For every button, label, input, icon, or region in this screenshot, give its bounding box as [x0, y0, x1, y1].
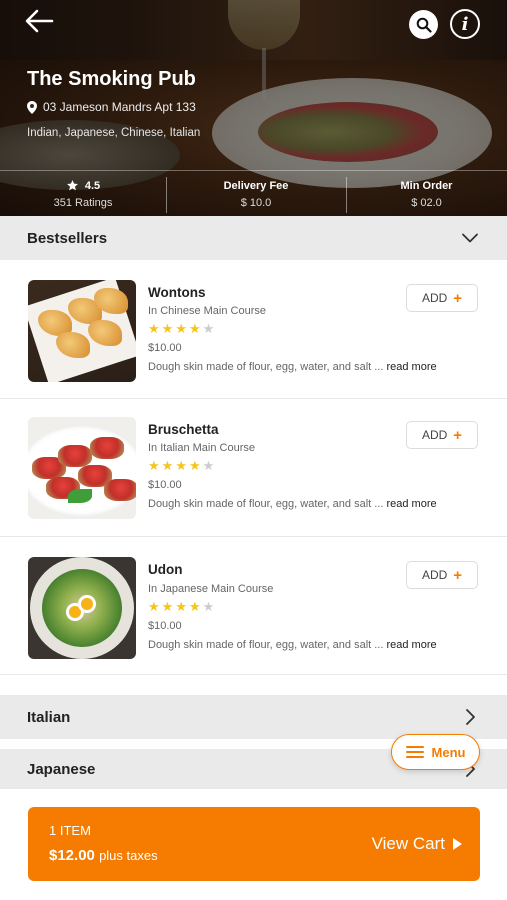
stat-delivery-fee: Delivery Fee $ 10.0 [166, 171, 346, 216]
star-icon [66, 180, 78, 191]
item-image-egg [78, 595, 96, 613]
add-button-label: ADD [421, 291, 448, 305]
back-arrow-icon [25, 9, 54, 33]
add-button[interactable]: ADD + [406, 421, 478, 449]
read-more-link[interactable]: read more [386, 361, 436, 373]
restaurant-address-text: 03 Jameson Mandrs Apt 133 [43, 100, 196, 114]
item-image-bruschetta [104, 479, 136, 501]
chevron-right-icon [466, 709, 475, 725]
restaurant-cuisines: Indian, Japanese, Chinese, Italian [27, 127, 201, 139]
section-bestsellers[interactable]: Bestsellers [0, 216, 507, 260]
star-filled-icon: ★ [188, 458, 203, 473]
star-filled-icon: ★ [161, 321, 176, 336]
location-pin-icon [27, 100, 37, 114]
item-category: In Italian Main Course [148, 442, 255, 454]
min-order-label: Min Order [400, 179, 453, 192]
star-filled-icon: ★ [175, 321, 189, 336]
add-button-label: ADD [421, 568, 448, 582]
min-order-value: $ 02.0 [411, 196, 442, 209]
item-rating-stars: ★★★★★ [148, 458, 216, 474]
read-more-link[interactable]: read more [386, 498, 436, 510]
restaurant-hero: i The Smoking Pub 03 Jameson Mandrs Apt … [0, 0, 507, 216]
item-description: Dough skin made of flour, egg, water, an… [148, 498, 437, 510]
item-price: $10.00 [148, 479, 182, 491]
add-button-label: ADD [421, 428, 448, 442]
item-description-text: Dough skin made of flour, egg, water, an… [148, 498, 384, 510]
add-button[interactable]: ADD + [406, 284, 478, 312]
star-empty-icon: ★ [202, 321, 217, 336]
plus-icon: + [453, 426, 463, 444]
item-rating-stars: ★★★★★ [148, 599, 216, 615]
item-image [28, 280, 136, 382]
hamburger-icon [405, 746, 424, 758]
view-cart-button[interactable]: View Cart [372, 834, 462, 854]
stat-min-order: Min Order $ 02.0 [346, 171, 507, 216]
item-name: Wontons [148, 285, 206, 300]
menu-item: Bruschetta In Italian Main Course ★★★★★ … [0, 399, 507, 537]
plus-icon: + [453, 289, 463, 307]
rating-value: 4.5 [84, 179, 101, 192]
item-name: Udon [148, 562, 183, 577]
item-image-bruschetta [58, 445, 92, 467]
item-image-bruschetta [90, 437, 124, 459]
delivery-fee-label: Delivery Fee [223, 179, 289, 192]
item-image-basil [68, 489, 92, 503]
item-image [28, 417, 136, 519]
cart-tax-note: plus taxes [99, 848, 158, 863]
star-filled-icon: ★ [175, 458, 189, 473]
item-image [28, 557, 136, 659]
section-title: Italian [27, 708, 71, 726]
stat-rating: 4.5 351 Ratings [0, 171, 166, 216]
item-category: In Chinese Main Course [148, 305, 267, 317]
play-arrow-icon [453, 838, 462, 850]
info-icon: i [461, 13, 469, 35]
plus-icon: + [453, 566, 463, 584]
cart-item-count: 1 ITEM [49, 823, 91, 838]
menu-button-label: Menu [431, 744, 466, 760]
item-description: Dough skin made of flour, egg, water, an… [148, 361, 437, 373]
view-cart-label: View Cart [371, 834, 445, 853]
restaurant-stats: 4.5 351 Ratings Delivery Fee $ 10.0 Min … [0, 170, 507, 216]
section-title: Japanese [27, 760, 96, 778]
view-cart-bar[interactable]: 1 ITEM $12.00 plus taxes View Cart [28, 807, 480, 881]
star-filled-icon: ★ [148, 321, 162, 336]
section-italian[interactable]: Italian [0, 695, 507, 739]
ratings-count: 351 Ratings [53, 197, 113, 209]
delivery-fee-value: $ 10.0 [240, 196, 272, 209]
info-button[interactable]: i [450, 9, 480, 39]
search-button[interactable] [409, 10, 438, 39]
item-description-text: Dough skin made of flour, egg, water, an… [148, 361, 384, 373]
menu-item: Udon In Japanese Main Course ★★★★★ $10.0… [0, 537, 507, 675]
item-name: Bruschetta [148, 422, 219, 437]
back-button[interactable] [22, 6, 56, 36]
restaurant-name: The Smoking Pub [27, 68, 196, 90]
cart-total: $12.00 plus taxes [49, 847, 158, 864]
item-category: In Japanese Main Course [148, 583, 274, 595]
item-price: $10.00 [148, 620, 182, 632]
menu-button[interactable]: Menu [391, 734, 480, 770]
chevron-down-icon [462, 233, 478, 243]
menu-item: Wontons In Chinese Main Course ★★★★★ $10… [0, 261, 507, 399]
star-filled-icon: ★ [188, 321, 203, 336]
section-title: Bestsellers [27, 229, 108, 247]
star-filled-icon: ★ [188, 599, 203, 614]
star-empty-icon: ★ [202, 599, 217, 614]
search-icon [416, 17, 432, 33]
star-filled-icon: ★ [148, 599, 162, 614]
cart-total-amount: $12.00 [49, 847, 95, 864]
star-filled-icon: ★ [161, 599, 176, 614]
item-description-text: Dough skin made of flour, egg, water, an… [148, 639, 384, 651]
star-empty-icon: ★ [202, 458, 217, 473]
item-price: $10.00 [148, 342, 182, 354]
star-filled-icon: ★ [148, 458, 162, 473]
restaurant-address: 03 Jameson Mandrs Apt 133 [27, 100, 196, 114]
item-description: Dough skin made of flour, egg, water, an… [148, 639, 437, 651]
star-filled-icon: ★ [161, 458, 176, 473]
star-filled-icon: ★ [175, 599, 189, 614]
read-more-link[interactable]: read more [386, 639, 436, 651]
add-button[interactable]: ADD + [406, 561, 478, 589]
item-rating-stars: ★★★★★ [148, 321, 216, 337]
